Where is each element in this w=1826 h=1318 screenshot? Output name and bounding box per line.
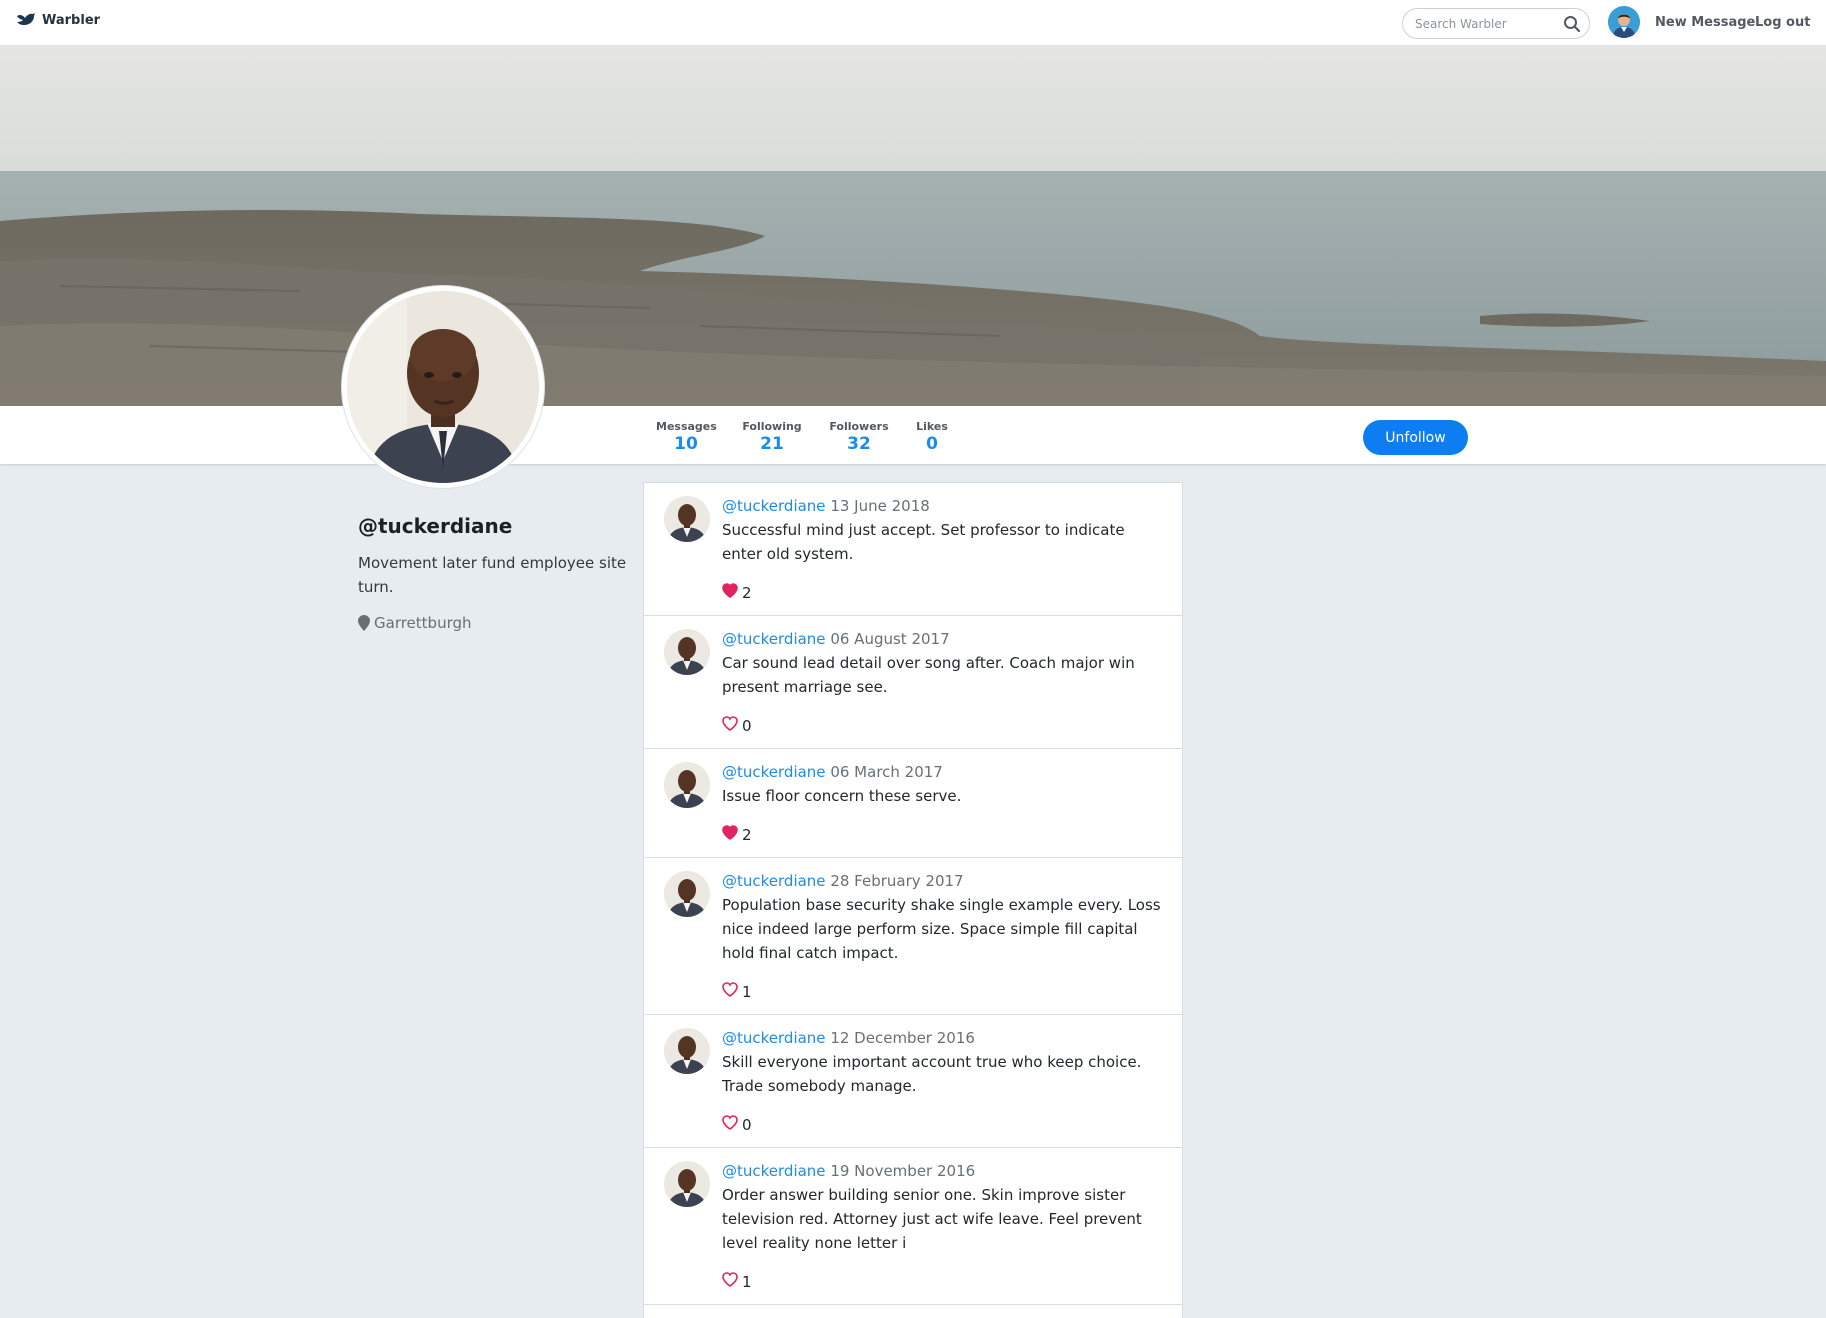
message-avatar[interactable] xyxy=(664,1161,710,1207)
message-avatar[interactable] xyxy=(664,629,710,675)
stat-likes-label: Likes xyxy=(916,420,948,433)
stat-followers[interactable]: Followers 32 xyxy=(829,420,889,454)
new-message-link[interactable]: New Message xyxy=(1655,15,1755,30)
heart-icon xyxy=(722,583,738,602)
heart-icon xyxy=(722,716,738,735)
message-item: @tuckerdiane 19 November 2016 Order answ… xyxy=(643,1147,1183,1305)
stat-following-label: Following xyxy=(742,420,802,433)
like-button[interactable]: 0 xyxy=(722,1115,752,1134)
stat-following-count: 21 xyxy=(760,434,784,454)
like-count: 2 xyxy=(742,583,752,602)
stat-messages[interactable]: Messages 10 xyxy=(656,420,717,454)
stat-followers-label: Followers xyxy=(829,420,889,433)
like-button[interactable]: 1 xyxy=(722,982,752,1001)
stat-following[interactable]: Following 21 xyxy=(742,420,802,454)
search-input[interactable] xyxy=(1415,15,1555,33)
message-username[interactable]: @tuckerdiane xyxy=(722,1029,826,1047)
heart-icon xyxy=(722,1115,738,1134)
message-text: Population base security shake single ex… xyxy=(722,896,1161,962)
message-text: Successful mind just accept. Set profess… xyxy=(722,521,1125,563)
like-count: 0 xyxy=(742,1115,752,1134)
heart-icon xyxy=(722,825,738,844)
stat-likes[interactable]: Likes 0 xyxy=(914,420,950,454)
brand-link[interactable]: Warbler xyxy=(16,12,100,28)
message-date: 28 February 2017 xyxy=(830,872,964,890)
warbler-bird-icon xyxy=(17,13,35,25)
heart-icon xyxy=(722,1272,738,1291)
message-avatar[interactable] xyxy=(664,871,710,917)
stat-messages-label: Messages xyxy=(656,420,717,433)
message-date: 13 June 2018 xyxy=(830,497,930,515)
message-item: @tuckerdiane 12 December 2016 Skill ever… xyxy=(643,1014,1183,1148)
message-date: 06 March 2017 xyxy=(830,763,943,781)
like-button[interactable]: 2 xyxy=(722,825,752,844)
like-button[interactable]: 2 xyxy=(722,583,752,602)
current-user-avatar[interactable] xyxy=(1608,6,1640,38)
brand-name: Warbler xyxy=(42,12,101,28)
profile-location: Garrettburgh xyxy=(358,614,472,632)
like-count: 2 xyxy=(742,825,752,844)
profile-stats-bar: Messages 10 Following 21 Followers 32 Li… xyxy=(0,406,1826,465)
message-item: @tuckerdiane 06 August 2017 Car sound le… xyxy=(643,615,1183,749)
profile-avatar xyxy=(342,286,544,488)
message-username[interactable]: @tuckerdiane xyxy=(722,872,826,890)
message-item: @tuckerdiane 13 June 2018 Successful min… xyxy=(643,482,1183,616)
message-item: @tuckerdiane 28 February 2017 Population… xyxy=(643,857,1183,1015)
profile-handle: @tuckerdiane xyxy=(358,514,513,538)
message-text: Skill everyone important account true wh… xyxy=(722,1053,1142,1095)
like-button[interactable]: 1 xyxy=(722,1272,752,1291)
stat-messages-count: 10 xyxy=(674,434,698,454)
profile-bio: Movement later fund employee site turn. xyxy=(358,554,627,596)
unfollow-button[interactable]: Unfollow xyxy=(1363,420,1468,455)
message-avatar[interactable] xyxy=(664,1028,710,1074)
stat-likes-count: 0 xyxy=(926,434,938,454)
message-feed: @tuckerdiane 13 June 2018 Successful min… xyxy=(643,482,1183,1318)
message-text: Car sound lead detail over song after. C… xyxy=(722,654,1135,696)
message-username[interactable]: @tuckerdiane xyxy=(722,497,826,515)
message-avatar[interactable] xyxy=(664,762,710,808)
navbar: Warbler New Message Log out xyxy=(0,0,1826,46)
message-date: 12 December 2016 xyxy=(830,1029,975,1047)
message-username[interactable]: @tuckerdiane xyxy=(722,630,826,648)
message-username[interactable]: @tuckerdiane xyxy=(722,763,826,781)
logout-link[interactable]: Log out xyxy=(1755,15,1810,30)
search-icon[interactable] xyxy=(1563,15,1581,33)
search-form xyxy=(1402,8,1590,39)
message-avatar[interactable] xyxy=(664,496,710,542)
message-item: @tuckerdiane 06 March 2017 Issue floor c… xyxy=(643,748,1183,858)
message-username[interactable]: @tuckerdiane xyxy=(722,1162,826,1180)
like-count: 1 xyxy=(742,982,752,1001)
like-count: 1 xyxy=(742,1272,752,1291)
message-item xyxy=(643,1304,1183,1318)
map-marker-icon xyxy=(358,615,370,631)
like-count: 0 xyxy=(742,716,752,735)
heart-icon xyxy=(722,982,738,1001)
message-text: Issue floor concern these serve. xyxy=(722,787,962,805)
message-date: 19 November 2016 xyxy=(830,1162,976,1180)
location-text: Garrettburgh xyxy=(374,614,472,632)
like-button[interactable]: 0 xyxy=(722,716,752,735)
header-image xyxy=(0,46,1826,406)
stat-followers-count: 32 xyxy=(847,434,871,454)
message-date: 06 August 2017 xyxy=(830,630,950,648)
message-text: Order answer building senior one. Skin i… xyxy=(722,1186,1142,1252)
